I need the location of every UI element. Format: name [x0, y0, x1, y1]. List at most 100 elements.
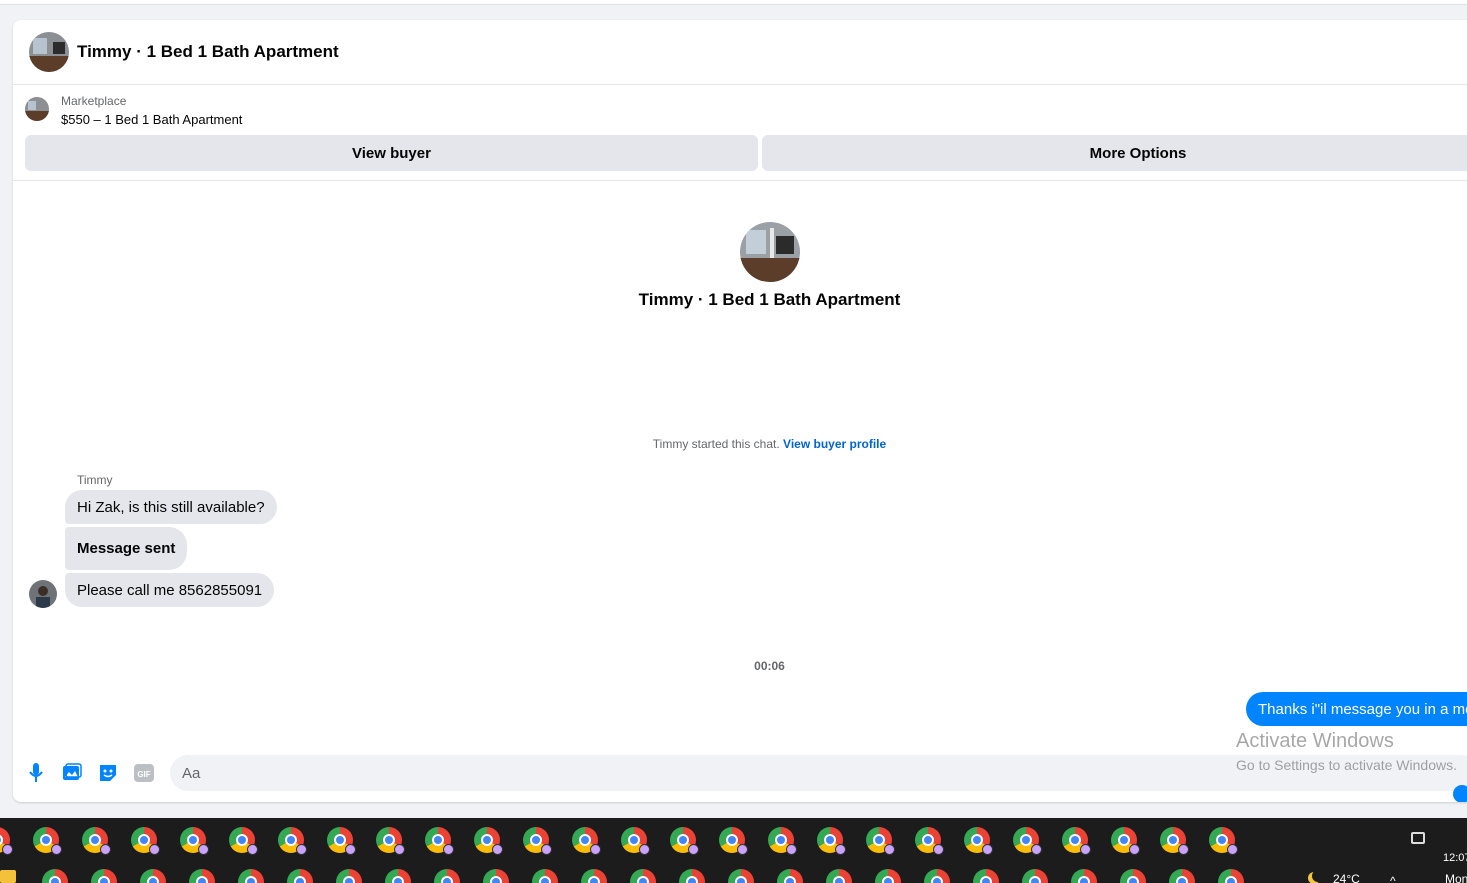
chrome-taskbar-icon[interactable] — [532, 869, 558, 883]
profile-badge-icon — [688, 844, 699, 855]
profile-badge-icon — [345, 844, 356, 855]
chrome-taskbar-icon[interactable] — [964, 827, 993, 855]
outgoing-message[interactable]: Thanks i"il message you in a mo — [1246, 692, 1467, 726]
taskbar-clock[interactable]: 12:07 — [1443, 852, 1467, 864]
chevron-up-icon[interactable]: ^ — [1390, 874, 1396, 883]
profile-badge-icon — [639, 844, 650, 855]
top-strip — [0, 0, 1467, 5]
chrome-taskbar-icon[interactable] — [287, 869, 313, 883]
profile-badge-icon — [982, 844, 993, 855]
chrome-taskbar-icon[interactable] — [474, 827, 503, 855]
chrome-taskbar-icon[interactable] — [483, 869, 509, 883]
chrome-taskbar-icon[interactable] — [1062, 827, 1091, 855]
chrome-taskbar-icon[interactable] — [866, 827, 895, 855]
taskbar-temperature[interactable]: 24°C — [1333, 872, 1360, 883]
chrome-taskbar-icon[interactable] — [1160, 827, 1189, 855]
sticker-icon[interactable] — [97, 762, 119, 784]
marketplace-label: Marketplace — [61, 94, 127, 108]
chrome-taskbar-icon[interactable] — [1071, 869, 1097, 883]
listing-thumbnail[interactable] — [25, 97, 49, 121]
chrome-taskbar-icon[interactable] — [670, 827, 699, 855]
chrome-taskbar-icon[interactable] — [82, 827, 111, 855]
chrome-taskbar-icon[interactable] — [1120, 869, 1146, 883]
chrome-taskbar-icon[interactable] — [973, 869, 999, 883]
profile-badge-icon — [590, 844, 601, 855]
chrome-taskbar-icon[interactable] — [1209, 827, 1238, 855]
message-input[interactable] — [170, 755, 1467, 791]
chrome-taskbar-icon[interactable] — [131, 827, 160, 855]
meet-now-icon[interactable] — [1411, 832, 1425, 844]
chrome-taskbar-icon[interactable] — [826, 869, 852, 883]
listing-card: Marketplace $550 – 1 Bed 1 Bath Apartmen… — [13, 85, 1467, 181]
chrome-taskbar-icon[interactable] — [327, 827, 356, 855]
chrome-taskbar-icon[interactable] — [140, 869, 166, 883]
chrome-taskbar-icon[interactable] — [728, 869, 754, 883]
chrome-taskbar-icon[interactable] — [376, 827, 405, 855]
listing-price-title[interactable]: $550 – 1 Bed 1 Bath Apartment — [61, 112, 242, 127]
gif-icon[interactable]: GIF — [133, 762, 155, 784]
profile-badge-icon — [100, 844, 111, 855]
sender-name: Timmy — [77, 473, 113, 487]
view-buyer-profile-link[interactable]: View buyer profile — [783, 437, 886, 451]
more-options-button[interactable]: More Options — [762, 135, 1467, 171]
taskbar-day[interactable]: Mon — [1445, 872, 1467, 883]
chrome-taskbar-icon[interactable] — [630, 869, 656, 883]
profile-badge-icon — [835, 844, 846, 855]
incoming-message[interactable]: Hi Zak, is this still available? — [65, 490, 277, 524]
profile-badge-icon — [786, 844, 797, 855]
chrome-taskbar-icon[interactable] — [719, 827, 748, 855]
photo-icon[interactable] — [61, 762, 83, 784]
view-buyer-button[interactable]: View buyer — [25, 135, 758, 171]
chrome-taskbar-icon[interactable] — [238, 869, 264, 883]
microphone-icon[interactable] — [25, 762, 47, 784]
profile-badge-icon — [1080, 844, 1091, 855]
sender-avatar[interactable] — [29, 580, 57, 608]
intro-avatar[interactable] — [740, 222, 800, 282]
chrome-taskbar-icon[interactable] — [33, 827, 62, 855]
profile-badge-icon — [296, 844, 307, 855]
profile-badge-icon — [247, 844, 258, 855]
chrome-taskbar-icon[interactable] — [768, 827, 797, 855]
chrome-taskbar-icon[interactable] — [679, 869, 705, 883]
chrome-taskbar-icon[interactable] — [924, 869, 950, 883]
file-explorer-icon[interactable] — [0, 870, 16, 883]
chrome-taskbar-icon[interactable] — [621, 827, 650, 855]
chrome-taskbar-icon[interactable] — [523, 827, 552, 855]
chrome-taskbar-icon[interactable] — [229, 827, 258, 855]
chat-panel: Timmy · 1 Bed 1 Bath Apartment Marketpla… — [13, 20, 1467, 802]
chrome-taskbar-icon[interactable] — [1218, 869, 1244, 883]
conversation-title[interactable]: Timmy · 1 Bed 1 Bath Apartment — [77, 42, 339, 62]
chrome-taskbar-icon[interactable] — [278, 827, 307, 855]
chrome-taskbar-icon[interactable] — [42, 869, 68, 883]
chrome-taskbar-icon[interactable] — [434, 869, 460, 883]
chrome-taskbar-icon[interactable] — [1022, 869, 1048, 883]
chrome-taskbar-icon[interactable] — [777, 869, 803, 883]
chrome-taskbar-icon[interactable] — [875, 869, 901, 883]
chrome-taskbar-icon[interactable] — [425, 827, 454, 855]
chrome-taskbar-icon[interactable] — [0, 827, 13, 855]
profile-badge-icon — [198, 844, 209, 855]
chrome-taskbar-icon[interactable] — [572, 827, 601, 855]
message-composer: GIF — [13, 753, 1467, 802]
profile-badge-icon — [443, 844, 454, 855]
profile-badge-icon — [492, 844, 503, 855]
chrome-taskbar-icon[interactable] — [336, 869, 362, 883]
incoming-message[interactable]: Please call me 8562855091 — [65, 573, 275, 607]
incoming-message[interactable]: Message sent — [65, 527, 188, 570]
weather-moon-icon[interactable] — [1312, 870, 1324, 882]
chrome-taskbar-icon[interactable] — [180, 827, 209, 855]
chrome-taskbar-icon[interactable] — [915, 827, 944, 855]
profile-badge-icon — [737, 844, 748, 855]
chrome-taskbar-icon[interactable] — [1111, 827, 1140, 855]
conversation-avatar[interactable] — [29, 32, 69, 72]
chrome-taskbar-icon[interactable] — [581, 869, 607, 883]
chrome-taskbar-icon[interactable] — [1013, 827, 1042, 855]
profile-badge-icon — [394, 844, 405, 855]
emoji-icon[interactable] — [1453, 785, 1467, 802]
chrome-taskbar-icon[interactable] — [91, 869, 117, 883]
chrome-taskbar-icon[interactable] — [189, 869, 215, 883]
chrome-taskbar-icon[interactable] — [817, 827, 846, 855]
chrome-taskbar-icon[interactable] — [1169, 869, 1195, 883]
chrome-taskbar-icon[interactable] — [385, 869, 411, 883]
profile-badge-icon — [933, 844, 944, 855]
